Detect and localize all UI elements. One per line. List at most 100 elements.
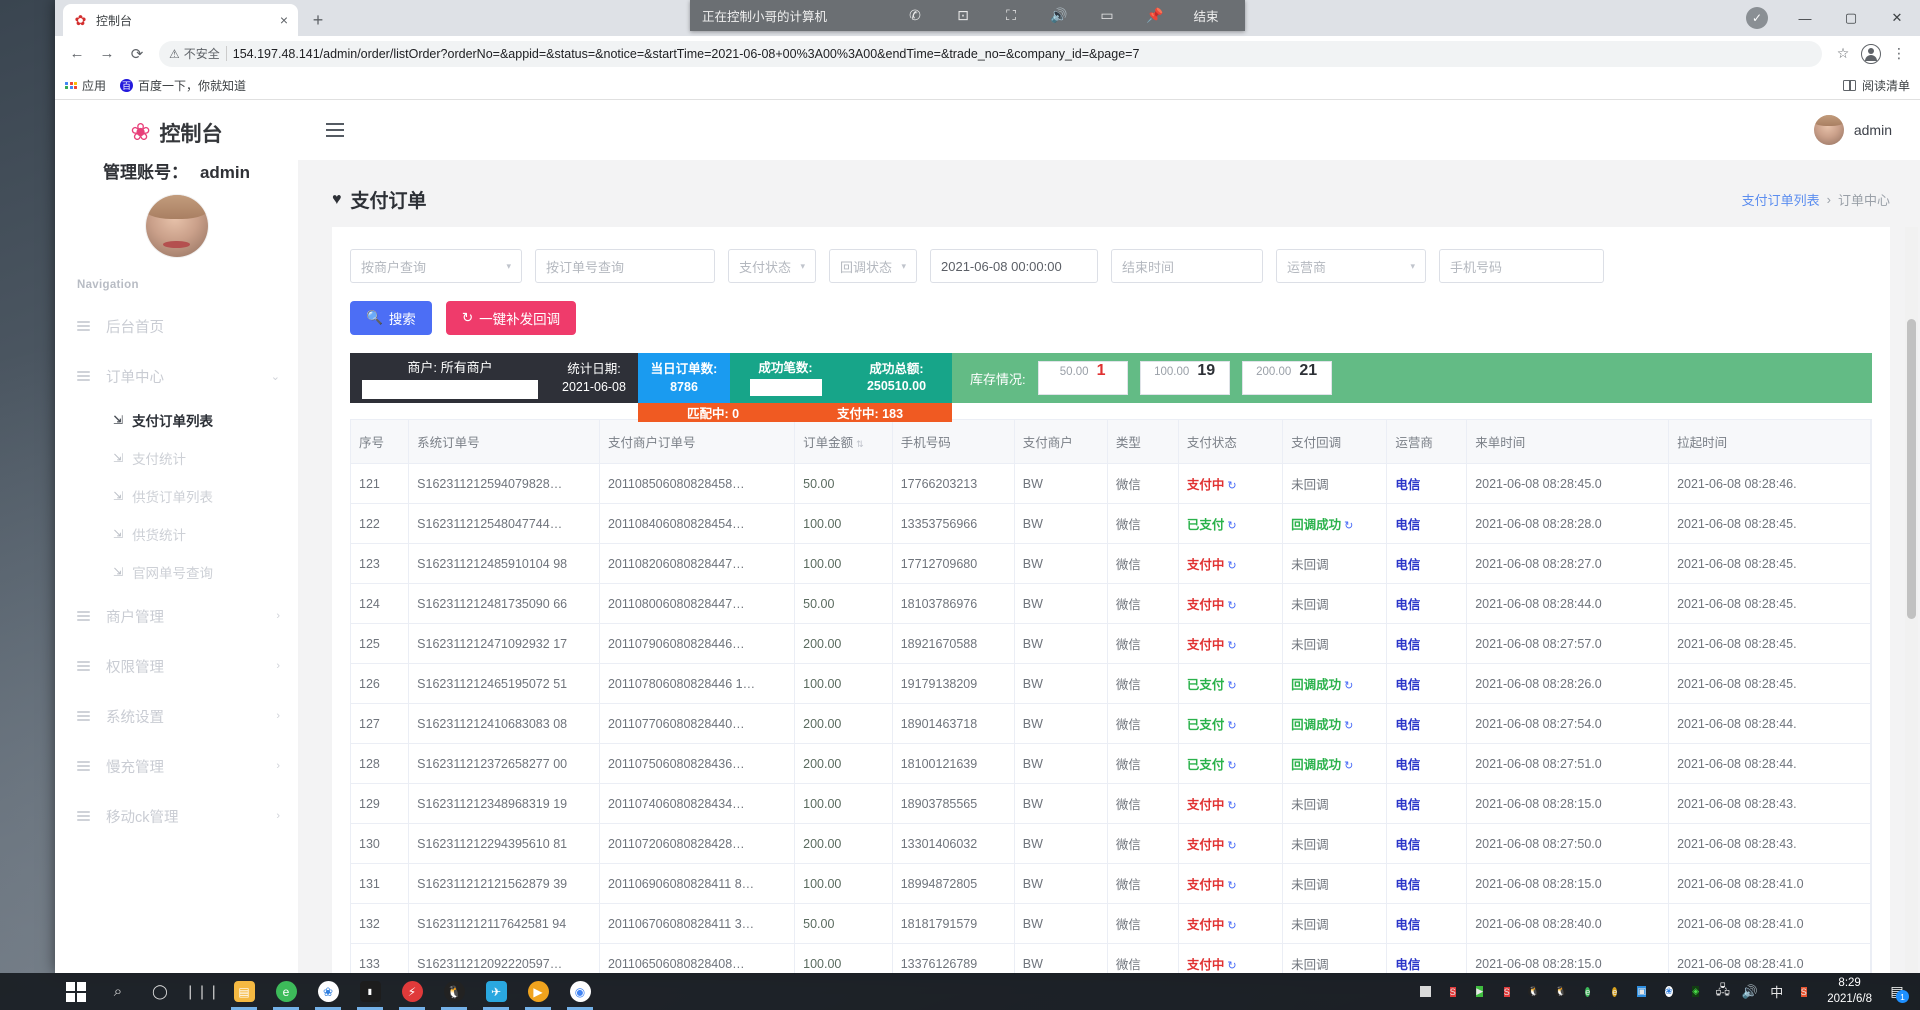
refresh-icon[interactable]: ↻ bbox=[1227, 720, 1236, 732]
sogou2-icon[interactable]: S bbox=[1493, 973, 1520, 1010]
terminal-icon[interactable]: ▮ bbox=[349, 973, 391, 1010]
close-window-button[interactable]: ✕ bbox=[1874, 0, 1920, 36]
show-desktop-icon[interactable] bbox=[1412, 973, 1439, 1010]
start-time-input[interactable]: 2021-06-08 00:00:00 bbox=[930, 249, 1098, 283]
chrome-icon[interactable]: ◉ bbox=[559, 973, 601, 1010]
hd-icon[interactable]: ▭ bbox=[1083, 7, 1131, 24]
refresh-icon[interactable]: ↻ bbox=[1227, 680, 1236, 692]
fullscreen-icon[interactable]: ⛶ bbox=[987, 7, 1035, 24]
order-no-input[interactable]: 按订单号查询 bbox=[535, 249, 715, 283]
reading-list-button[interactable]: 阅读清单 bbox=[1843, 77, 1910, 94]
refresh-icon[interactable]: ↻ bbox=[1344, 760, 1353, 772]
merchant-select[interactable]: 按商户查询 ▾ bbox=[350, 249, 522, 283]
task-view-icon[interactable]: ❘❘❘ bbox=[181, 973, 223, 1010]
notification-center-icon[interactable]: ▤ 1 bbox=[1882, 973, 1912, 1010]
table-row[interactable]: 125S162311212471092932 17201107906080828… bbox=[351, 624, 1871, 664]
play-icon[interactable]: ▶ bbox=[1466, 973, 1493, 1010]
refresh-icon[interactable]: ↻ bbox=[1227, 800, 1236, 812]
pin-icon[interactable]: 📌 bbox=[1131, 7, 1179, 24]
phone-input[interactable]: 手机号码 bbox=[1439, 249, 1604, 283]
table-row[interactable]: 133S162311212092220597…20110650608082840… bbox=[351, 944, 1871, 974]
sidebar-item-mobile-ck-management[interactable]: 移动ck管理 › bbox=[55, 791, 298, 841]
sidebar-subitem-official-order-query[interactable]: ⇲ 官网单号查询 bbox=[55, 553, 298, 591]
back-icon[interactable]: ← bbox=[63, 40, 91, 68]
windows-start-button[interactable] bbox=[55, 973, 97, 1010]
volume-tray-icon[interactable]: 🔊 bbox=[1736, 973, 1763, 1010]
user-menu[interactable]: admin bbox=[1814, 115, 1892, 145]
table-row[interactable]: 131S162311212121562879 39201106906080828… bbox=[351, 864, 1871, 904]
not-secure-badge[interactable]: ⚠ 不安全 bbox=[169, 45, 220, 62]
volume-icon[interactable]: 🔊 bbox=[1035, 7, 1083, 24]
chrome-alt-icon[interactable]: e bbox=[1601, 973, 1628, 1010]
minimize-button[interactable]: — bbox=[1782, 0, 1828, 36]
refresh-icon[interactable]: ↻ bbox=[1227, 920, 1236, 932]
shield-icon[interactable]: ✓ bbox=[1746, 7, 1768, 29]
refresh-icon[interactable]: ↻ bbox=[1344, 680, 1353, 692]
file-explorer-icon[interactable]: ▤ bbox=[223, 973, 265, 1010]
avatar[interactable] bbox=[146, 195, 208, 257]
browser-360-icon[interactable]: ❀ bbox=[307, 973, 349, 1010]
scale-1to1-icon[interactable]: ⊡ bbox=[939, 7, 987, 24]
360-icon[interactable]: ❀ bbox=[1655, 973, 1682, 1010]
taskbar-clock[interactable]: 8:29 2021/6/8 bbox=[1817, 976, 1882, 1007]
sidebar-item-system-settings[interactable]: 系统设置 › bbox=[55, 691, 298, 741]
edge-tray-icon[interactable]: e bbox=[1574, 973, 1601, 1010]
close-icon[interactable]: × bbox=[280, 13, 288, 27]
refresh-icon[interactable]: ↻ bbox=[1227, 520, 1236, 532]
forward-icon[interactable]: → bbox=[93, 40, 121, 68]
thunder-icon[interactable]: ⚡ bbox=[391, 973, 433, 1010]
sidebar-item-slow-recharge-management[interactable]: 慢充管理 › bbox=[55, 741, 298, 791]
media-player-icon[interactable]: ▶ bbox=[517, 973, 559, 1010]
taskbar-search-icon[interactable]: ⌕ bbox=[97, 973, 139, 1010]
refresh-icon[interactable]: ↻ bbox=[1227, 880, 1236, 892]
scrollbar-thumb[interactable] bbox=[1907, 319, 1916, 619]
qq2-icon[interactable]: 🐧 bbox=[1547, 973, 1574, 1010]
qq-penguin-icon[interactable]: 🐧 bbox=[433, 973, 475, 1010]
search-button[interactable]: 🔍 搜索 bbox=[350, 301, 432, 335]
table-row[interactable]: 124S162311212481735090 66201108006080828… bbox=[351, 584, 1871, 624]
sidebar-item-merchant-management[interactable]: 商户管理 › bbox=[55, 591, 298, 641]
sogou-s-icon[interactable]: S bbox=[1790, 973, 1817, 1010]
end-time-input[interactable]: 结束时间 bbox=[1111, 249, 1263, 283]
apps-shortcut[interactable]: 应用 bbox=[65, 77, 106, 94]
page-scrollbar[interactable] bbox=[1905, 227, 1918, 973]
refresh-icon[interactable]: ↻ bbox=[1227, 760, 1236, 772]
edge-icon[interactable]: e bbox=[265, 973, 307, 1010]
callback-status-select[interactable]: 回调状态 ▾ bbox=[829, 249, 917, 283]
sidebar-subitem-payment-stats[interactable]: ⇲ 支付统计 bbox=[55, 439, 298, 477]
carrier-select[interactable]: 运营商 ▾ bbox=[1276, 249, 1426, 283]
phone-icon[interactable]: ✆ bbox=[891, 7, 939, 24]
sidebar-subitem-payment-order-list[interactable]: ⇲ 支付订单列表 bbox=[55, 401, 298, 439]
table-row[interactable]: 122S162311212548047744…20110840608082845… bbox=[351, 504, 1871, 544]
network-icon[interactable]: 🖧 bbox=[1709, 973, 1736, 1010]
hamburger-icon[interactable] bbox=[326, 123, 344, 137]
sidebar-item-permission-management[interactable]: 权限管理 › bbox=[55, 641, 298, 691]
shield-icon[interactable]: ◈ bbox=[1682, 973, 1709, 1010]
telegram-icon[interactable]: ✈ bbox=[475, 973, 517, 1010]
refresh-icon[interactable]: ↻ bbox=[1227, 640, 1236, 652]
sort-arrows-icon[interactable]: ⇅ bbox=[856, 439, 864, 449]
address-bar[interactable]: ⚠ 不安全 154.197.48.141/admin/order/listOrd… bbox=[159, 41, 1822, 67]
table-header-cell[interactable]: 订单金额⇅ bbox=[795, 420, 893, 464]
sogou-icon[interactable]: S bbox=[1439, 973, 1466, 1010]
app-icon[interactable]: ▣ bbox=[1628, 973, 1655, 1010]
profile-avatar-icon[interactable] bbox=[1858, 41, 1884, 67]
qq-icon[interactable]: 🐧 bbox=[1520, 973, 1547, 1010]
table-row[interactable]: 121S162311212594079828…20110850608082845… bbox=[351, 464, 1871, 504]
cortana-icon[interactable]: ◯ bbox=[139, 973, 181, 1010]
sidebar-item-order-center[interactable]: 订单中心 ⌄ bbox=[55, 351, 298, 401]
refresh-icon[interactable]: ↻ bbox=[1227, 480, 1236, 492]
breadcrumb-link[interactable]: 支付订单列表 bbox=[1742, 190, 1820, 209]
end-session-button[interactable]: 结束 bbox=[1179, 6, 1233, 25]
refresh-icon[interactable]: ↻ bbox=[1344, 720, 1353, 732]
resend-callback-button[interactable]: ↻ 一键补发回调 bbox=[446, 301, 576, 335]
table-row[interactable]: 123S162311212485910104 98201108206080828… bbox=[351, 544, 1871, 584]
bookmark-item-baidu[interactable]: 百 百度一下，你就知道 bbox=[120, 77, 246, 94]
stat-merchant-input[interactable] bbox=[362, 380, 538, 399]
refresh-icon[interactable]: ↻ bbox=[1227, 840, 1236, 852]
table-row[interactable]: 128S162311212372658277 00201107506080828… bbox=[351, 744, 1871, 784]
refresh-icon[interactable]: ↻ bbox=[1227, 960, 1236, 972]
table-row[interactable]: 126S162311212465195072 51201107806080828… bbox=[351, 664, 1871, 704]
bookmark-star-icon[interactable]: ☆ bbox=[1830, 41, 1856, 67]
refresh-icon[interactable]: ↻ bbox=[1227, 560, 1236, 572]
